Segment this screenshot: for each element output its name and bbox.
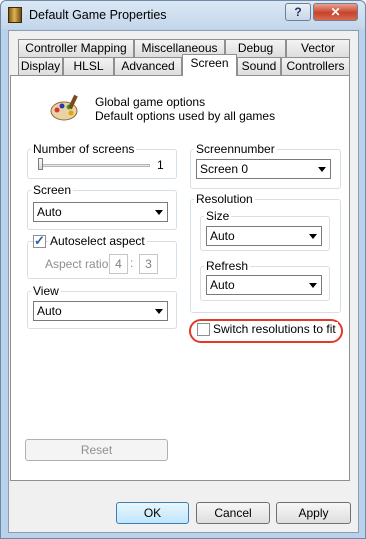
size-label: Size [204, 209, 232, 223]
tab-advanced[interactable]: Advanced [114, 57, 182, 76]
number-of-screens-value: 1 [157, 158, 164, 172]
chevron-down-icon [309, 283, 317, 288]
aspect-ratio-label: Aspect ratio [43, 257, 111, 271]
resolution-label: Resolution [194, 192, 255, 206]
screen-selected: Auto [37, 205, 62, 219]
aspect-width-input[interactable]: 4 [109, 254, 128, 274]
size-select[interactable]: Auto [206, 226, 322, 246]
screen-label: Screen [31, 183, 74, 197]
tab-screen[interactable]: Screen [182, 54, 237, 76]
refresh-select[interactable]: Auto [206, 275, 322, 295]
apply-button[interactable]: Apply [276, 502, 351, 524]
palette-icon [50, 94, 78, 121]
tab-sound[interactable]: Sound [237, 57, 281, 76]
switch-resolutions-checkbox[interactable] [197, 323, 210, 336]
autoselect-aspect-label: Autoselect aspect [48, 234, 147, 248]
screen-select[interactable]: Auto [33, 202, 168, 222]
help-button[interactable]: ? [285, 3, 311, 21]
close-button[interactable]: ✕ [313, 3, 358, 21]
chevron-down-icon [155, 309, 163, 314]
cancel-button[interactable]: Cancel [196, 502, 270, 524]
header-line1: Global game options [95, 95, 206, 109]
tab-controllers[interactable]: Controllers [281, 57, 350, 76]
screennumber-select[interactable]: Screen 0 [196, 159, 331, 179]
tab-vector[interactable]: Vector [286, 39, 350, 58]
app-icon [8, 7, 22, 23]
refresh-label: Refresh [204, 259, 251, 273]
autoselect-aspect-checkbox[interactable]: ✓ [33, 233, 46, 248]
screennumber-selected: Screen 0 [200, 162, 249, 176]
chevron-down-icon [318, 167, 326, 172]
view-label: View [31, 284, 61, 298]
aspect-separator: : [130, 256, 134, 270]
reset-button[interactable]: Reset [25, 439, 168, 461]
number-of-screens-slider-thumb[interactable] [38, 158, 43, 170]
ok-button[interactable]: OK [116, 502, 189, 524]
tab-display[interactable]: Display [18, 57, 63, 76]
checkmark-icon: ✓ [34, 233, 45, 248]
aspect-height-input[interactable]: 3 [139, 254, 158, 274]
size-selected: Auto [210, 229, 235, 243]
chevron-down-icon [155, 210, 163, 215]
switch-resolutions-label: Switch resolutions to fit [211, 322, 338, 336]
view-select[interactable]: Auto [33, 301, 168, 321]
tab-hlsl[interactable]: HLSL [63, 57, 114, 76]
header-line2: Default options used by all games [95, 109, 276, 123]
view-selected: Auto [37, 304, 62, 318]
title-bar[interactable]: Default Game Properties ? ✕ [1, 1, 365, 29]
refresh-selected: Auto [210, 278, 235, 292]
screennumber-label: Screennumber [194, 142, 277, 156]
window-title: Default Game Properties [29, 8, 167, 22]
tab-controller-mapping[interactable]: Controller Mapping [18, 39, 134, 58]
number-of-screens-slider-track[interactable] [40, 164, 150, 167]
number-of-screens-label: Number of screens [31, 142, 137, 156]
chevron-down-icon [309, 234, 317, 239]
